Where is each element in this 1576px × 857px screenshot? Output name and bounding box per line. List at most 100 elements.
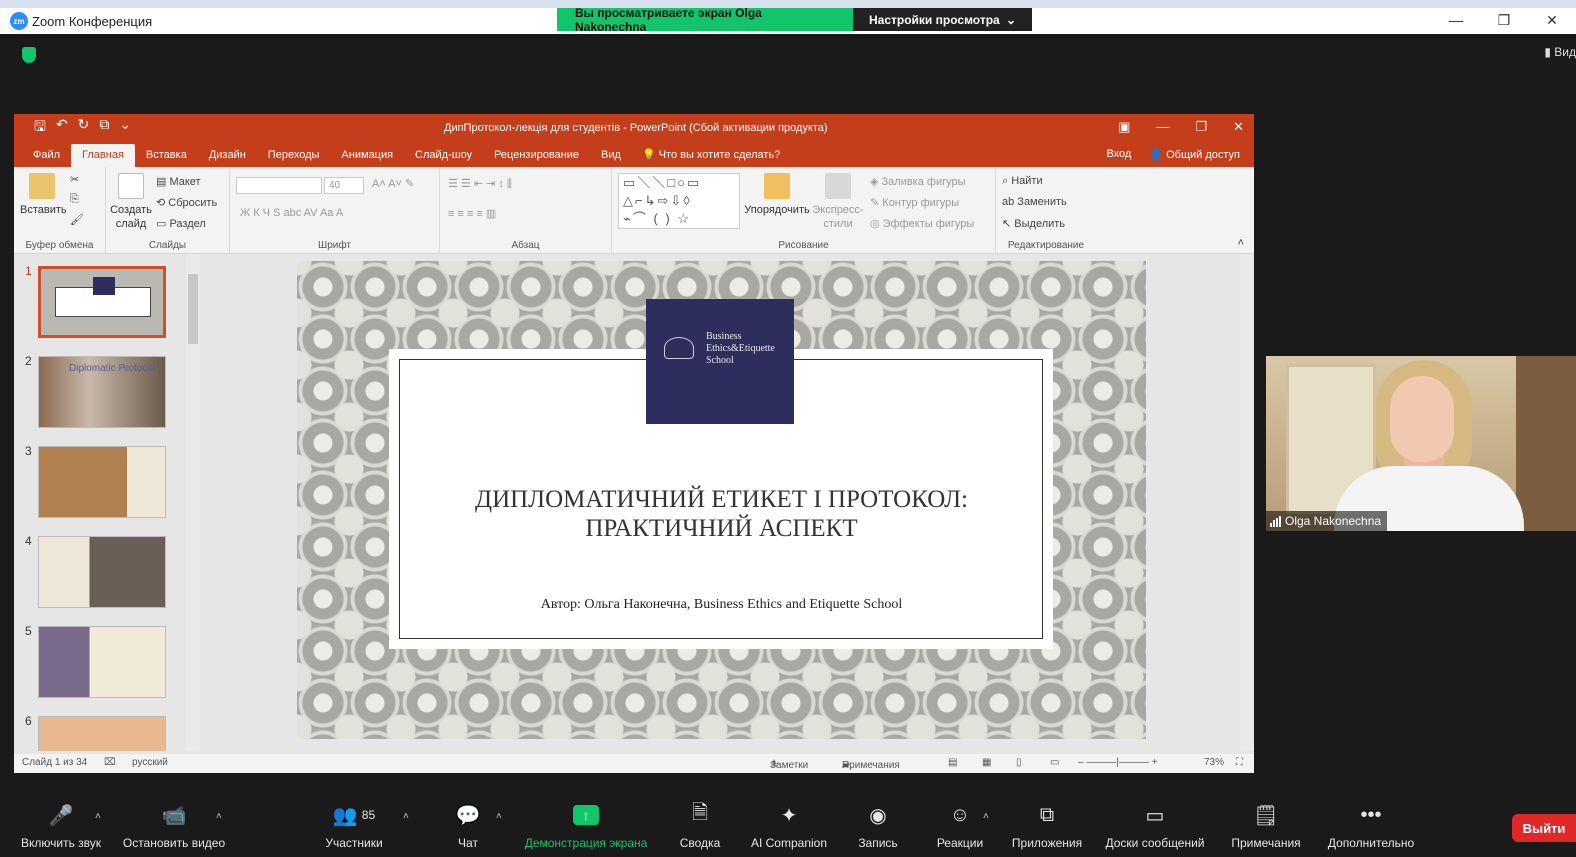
select-button[interactable]: ↖ Выделить xyxy=(1002,217,1065,230)
ppt-restore-button[interactable]: ❐ xyxy=(1195,119,1207,135)
shape-fill-button[interactable]: ◈ Заливка фигуры xyxy=(870,175,966,188)
shape-effects-label: Эффекты фигуры xyxy=(882,218,975,230)
apps-button[interactable]: ⧉ Приложения xyxy=(1006,801,1088,851)
section-button[interactable]: ▭ Раздел xyxy=(156,217,206,230)
audio-options-chevron-icon[interactable]: ˄ xyxy=(95,811,101,822)
cut-icon[interactable]: ✂ xyxy=(70,173,79,186)
ai-companion-button[interactable]: ✦ AI Companion xyxy=(746,801,832,851)
encryption-shield-icon[interactable] xyxy=(22,47,36,63)
find-button[interactable]: ⌕ Найти xyxy=(1002,175,1043,188)
ppt-close-button[interactable]: ✕ xyxy=(1233,119,1244,135)
ppt-minimize-button[interactable]: — xyxy=(1156,119,1169,135)
participant-video[interactable]: Olga Nakonechna xyxy=(1266,356,1576,531)
zoom-percent[interactable]: 73% xyxy=(1204,757,1224,768)
tab-home[interactable]: Главная xyxy=(71,144,135,167)
thumbnail-item[interactable]: 2 Diplomatic Protocol xyxy=(14,354,200,434)
thumbnail-item[interactable]: 1 xyxy=(14,264,200,344)
thumbnail-item[interactable]: 6 xyxy=(14,714,200,751)
start-slideshow-icon[interactable]: ⧉ xyxy=(99,116,109,140)
notes-toolbar-label: Примечания xyxy=(1231,836,1301,850)
chat-icon: 💬 xyxy=(455,804,481,827)
whiteboard-icon: ▭ xyxy=(1145,804,1165,827)
restore-button[interactable]: ❐ xyxy=(1480,8,1528,34)
tab-design[interactable]: Дизайн xyxy=(198,149,257,167)
shapes-gallery[interactable]: ▭＼＼□○▭ △⌐↳⇨⇩◊ ⌁⌒ ( ) ☆ xyxy=(618,173,740,229)
alignment-buttons[interactable]: ≡ ≡ ≡ ≡ ▥ xyxy=(448,207,496,220)
new-slide-button[interactable]: Создать слайд xyxy=(110,173,152,231)
font-size-field[interactable]: 40 xyxy=(324,177,364,194)
arrange-button[interactable]: Упорядочить xyxy=(744,173,810,217)
share-screen-button[interactable]: ↑ Демонстрация экрана xyxy=(520,801,652,850)
font-name-field[interactable] xyxy=(236,177,322,194)
participants-options-chevron-icon[interactable]: ˄ xyxy=(403,811,409,822)
thumbnails-scrollbar[interactable] xyxy=(186,254,200,751)
slideshow-view-icon[interactable]: ▭ xyxy=(1050,757,1059,768)
whiteboards-button[interactable]: ▭ Доски сообщений xyxy=(1100,801,1210,851)
language-label[interactable]: русский xyxy=(132,757,168,768)
slide-canvas[interactable]: Business Ethics&Etiquette School ДИПЛОМА… xyxy=(297,261,1146,739)
thumbnail-item[interactable]: 5 xyxy=(14,624,200,704)
close-button[interactable]: ✕ xyxy=(1528,8,1576,34)
view-settings-button[interactable]: Настройки просмотра ⌄ xyxy=(853,8,1032,31)
notes-toolbar-button[interactable]: 🗒 Примечания xyxy=(1226,801,1306,851)
tab-review[interactable]: Рецензирование xyxy=(483,149,590,167)
collapse-ribbon-icon[interactable]: ˄ xyxy=(1238,237,1244,249)
notes-toolbar-icon: 🗒 xyxy=(1253,804,1279,827)
quick-styles-button[interactable]: Экспресс- стили xyxy=(810,173,866,231)
reactions-options-chevron-icon[interactable]: ˄ xyxy=(983,811,989,822)
redo-icon[interactable]: ↻ xyxy=(78,116,90,140)
shape-outline-button[interactable]: ✎ Контур фигуры xyxy=(870,196,959,209)
minimize-button[interactable]: — xyxy=(1432,8,1480,34)
layout-button[interactable]: ▤ Макет xyxy=(156,175,201,188)
tab-file[interactable]: Файл xyxy=(22,149,71,167)
unmute-button[interactable]: 🎤 Включить звук xyxy=(18,801,104,851)
tab-insert[interactable]: Вставка xyxy=(135,149,198,167)
replace-button[interactable]: ab Заменить xyxy=(1002,196,1067,208)
ribbon-display-icon[interactable]: ▣ xyxy=(1118,119,1130,135)
chat-options-chevron-icon[interactable]: ˄ xyxy=(496,811,502,822)
participants-button[interactable]: 👥 85 Участники xyxy=(320,801,388,851)
thumbnail-item[interactable]: 4 xyxy=(14,534,200,614)
more-button[interactable]: ••• Дополнительно xyxy=(1322,801,1420,851)
font-size-buttons[interactable]: A˄ A˅ ✎ xyxy=(372,177,414,190)
reactions-button[interactable]: ☺ Реакции xyxy=(932,801,988,851)
video-options-chevron-icon[interactable]: ˄ xyxy=(216,811,222,822)
save-icon[interactable]: 🖫 xyxy=(34,116,46,140)
slide-sorter-icon[interactable]: ▦ xyxy=(982,757,991,768)
list-buttons[interactable]: ☰ ☰ ⇤ ⇥ ↕ ⫼ xyxy=(448,177,512,191)
tab-view[interactable]: Вид xyxy=(590,149,632,167)
stop-video-button[interactable]: 📹 Остановить видео xyxy=(120,801,228,851)
summary-button[interactable]: 🗎 Сводка xyxy=(676,801,724,850)
reading-view-icon[interactable]: ▯ xyxy=(1016,757,1022,768)
cursor-icon: ↖ xyxy=(1002,218,1015,230)
view-button[interactable]: ▮ Вид xyxy=(1544,45,1576,59)
fit-slide-icon[interactable]: ⛶ xyxy=(1236,757,1243,768)
customize-toolbar-icon[interactable]: ⌄ xyxy=(119,116,131,140)
reset-button[interactable]: ⟲ Сбросить xyxy=(156,196,217,209)
meeting-toolbar: 🎤 Включить звук ˄ 📹 Остановить видео ˄ 👥… xyxy=(0,795,1576,857)
record-button[interactable]: ◉ Запись xyxy=(852,801,904,851)
leave-button[interactable]: Выйти xyxy=(1512,814,1576,842)
tell-me-search[interactable]: 💡 Что вы хотите сделать? xyxy=(632,148,790,167)
view-settings-label: Настройки просмотра xyxy=(869,12,1000,27)
thumbnail-item[interactable]: 3 xyxy=(14,444,200,524)
zoom-slider[interactable]: – ———|——— + xyxy=(1078,757,1158,768)
tab-slideshow[interactable]: Слайд-шоу xyxy=(404,149,483,167)
share-button[interactable]: 👤 Общий доступ xyxy=(1149,148,1240,161)
scrollbar-thumb[interactable] xyxy=(188,274,198,344)
font-format-buttons[interactable]: Ж К Ч S abc AV Aa A xyxy=(240,207,343,219)
tab-animations[interactable]: Анимация xyxy=(330,149,404,167)
shape-effects-button[interactable]: ◎ Эффекты фигуры xyxy=(870,217,974,230)
ppt-document-title: ДипПротокол-лекція для студентів - Power… xyxy=(444,122,828,134)
chat-button[interactable]: 💬 Чат xyxy=(446,801,490,851)
slide-scrollbar[interactable] xyxy=(1240,254,1254,751)
sign-in-link[interactable]: Вход xyxy=(1106,148,1131,161)
spellcheck-icon[interactable]: ⌧ xyxy=(104,757,116,768)
format-painter-icon[interactable]: 🖌 xyxy=(70,213,84,226)
copy-icon[interactable]: ⎘ xyxy=(70,193,79,206)
paste-button[interactable]: Вставить xyxy=(20,173,67,217)
column-logo-icon xyxy=(664,337,694,359)
normal-view-icon[interactable]: ▤ xyxy=(948,757,957,768)
tab-transitions[interactable]: Переходы xyxy=(257,149,331,167)
undo-icon[interactable]: ↶ xyxy=(56,116,68,140)
